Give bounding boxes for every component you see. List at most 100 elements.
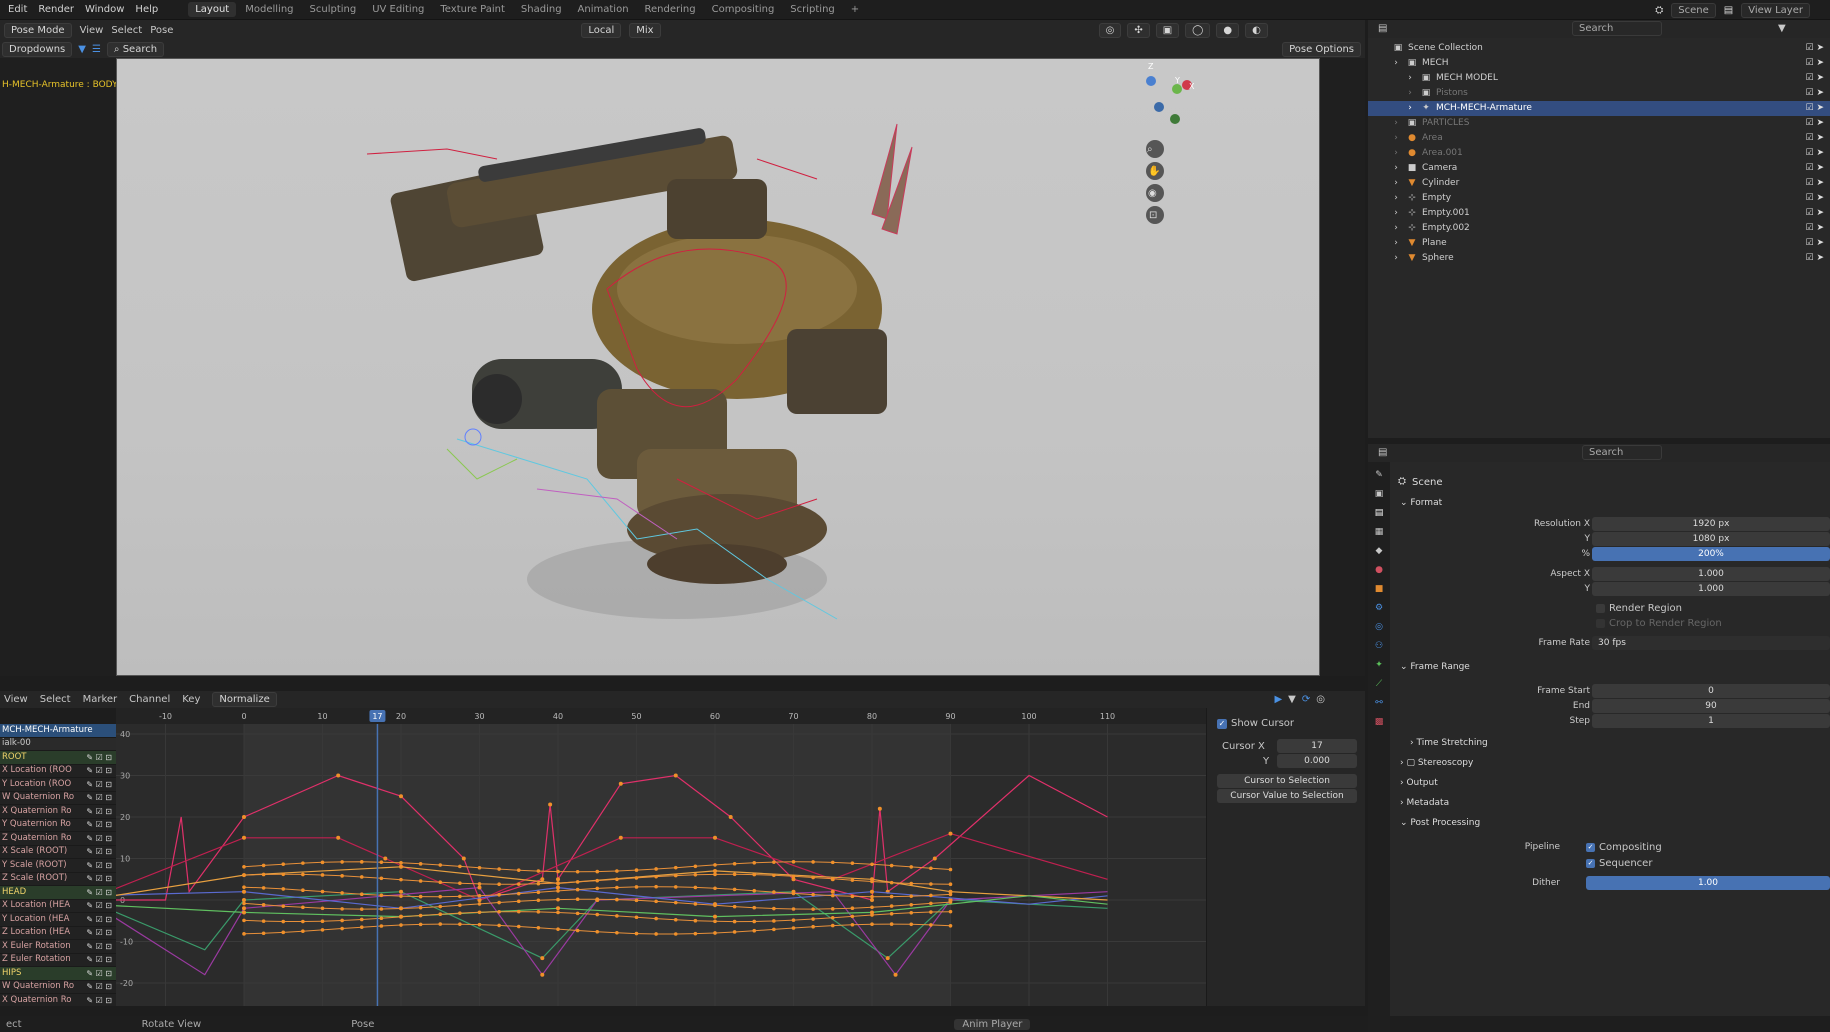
expand-chevron-icon[interactable]: › (1390, 131, 1402, 146)
outliner-row[interactable]: › ▣ Pistons ☑ ➤ (1368, 86, 1830, 101)
normalize-toggle[interactable]: Normalize (212, 692, 277, 707)
visibility-select-icons[interactable]: ☑ ➤ (1806, 146, 1824, 161)
wireframe-shading-icon[interactable]: ◯ (1185, 22, 1211, 38)
channel-row[interactable]: Z Euler Rotation ✎ ☑ ⊡ (0, 953, 116, 967)
outliner-row[interactable]: › ■ Camera ☑ ➤ (1368, 161, 1830, 176)
crop-checkbox[interactable] (1596, 619, 1605, 628)
lock-icon[interactable]: ⊡ (1149, 210, 1157, 221)
visibility-select-icons[interactable]: ☑ ➤ (1806, 86, 1824, 101)
menu-window[interactable]: Window (85, 4, 124, 15)
list-icon[interactable]: ☰ (92, 44, 101, 55)
visibility-select-icons[interactable]: ☑ ➤ (1806, 41, 1824, 56)
editor-type-icon[interactable]: ▤ (1378, 447, 1387, 458)
workspace-tab-compositing[interactable]: Compositing (705, 2, 782, 17)
workspace-tab-rendering[interactable]: Rendering (638, 2, 703, 17)
sequencer-row[interactable]: ✓ Sequencer (1586, 858, 1652, 869)
channel-row[interactable]: Z Location (HEA ✎ ☑ ⊡ (0, 926, 116, 940)
outliner-row[interactable]: › ▼ Sphere ☑ ➤ (1368, 251, 1830, 266)
channel-row[interactable]: Y Quaternion Ro ✎ ☑ ⊡ (0, 819, 116, 832)
aspect-y-field[interactable]: 1.000 (1592, 582, 1830, 596)
workspace-tab-shading[interactable]: Shading (514, 2, 569, 17)
expand-chevron-icon[interactable]: › (1390, 251, 1402, 266)
expand-chevron-icon[interactable]: › (1390, 56, 1402, 71)
menu-edit[interactable]: Edit (8, 4, 27, 15)
anim-player-indicator[interactable]: Anim Player (954, 1018, 1031, 1030)
frame-end-field[interactable]: 90 (1592, 699, 1830, 713)
tool-tab-icon[interactable]: ✎ (1375, 470, 1383, 480)
visibility-select-icons[interactable]: ☑ ➤ (1806, 116, 1824, 131)
outliner-row[interactable]: › ⊹ Empty.002 ☑ ➤ (1368, 221, 1830, 236)
workspace-tab-add[interactable]: + (844, 2, 866, 17)
cursor-to-selection-button[interactable]: Cursor to Selection (1217, 774, 1357, 788)
channel-toggle-icons[interactable]: ✎ ☑ ⊡ (86, 764, 116, 778)
channel-toggle-icons[interactable]: ✎ ☑ ⊡ (86, 953, 116, 967)
channel-toggle-icons[interactable]: ✎ ☑ ⊡ (86, 967, 116, 981)
object-tab-icon[interactable]: ■ (1375, 584, 1384, 594)
channel-row[interactable]: X Location (ROO ✎ ☑ ⊡ (0, 764, 116, 778)
channel-row[interactable]: Z Quaternion Ro ✎ ☑ ⊡ (0, 832, 116, 846)
output-tab-icon[interactable]: ▤ (1375, 508, 1384, 518)
expand-chevron-icon[interactable]: › (1390, 236, 1402, 251)
solid-shading-icon[interactable]: ● (1216, 22, 1240, 38)
viewport-menu-select[interactable]: Select (111, 25, 142, 36)
render-region-row[interactable]: Render Region (1596, 603, 1682, 614)
channel-row[interactable]: Z Scale (ROOT) ✎ ☑ ⊡ (0, 873, 116, 886)
expand-chevron-icon[interactable]: › (1390, 176, 1402, 191)
visibility-select-icons[interactable]: ☑ ➤ (1806, 176, 1824, 191)
channel-toggle-icons[interactable]: ✎ ☑ ⊡ (86, 994, 116, 1007)
frame-rate-dropdown[interactable]: 30 fps (1592, 636, 1830, 650)
channel-row[interactable]: Y Scale (ROOT) ✎ ☑ ⊡ (0, 859, 116, 873)
world-tab-icon[interactable]: ● (1375, 565, 1383, 575)
cursor-y-field[interactable]: 0.000 (1277, 754, 1357, 768)
frame-ruler[interactable]: -20-10010203040506070809010011017 (80, 708, 1206, 724)
pivot-dropdown[interactable]: Mix (629, 22, 661, 38)
workspace-tab-modelling[interactable]: Modelling (238, 2, 300, 17)
menu-render[interactable]: Render (38, 4, 74, 15)
channel-toggle-icons[interactable]: ✎ ☑ ⊡ (86, 926, 116, 940)
expand-chevron-icon[interactable]: › (1390, 221, 1402, 236)
cursor-x-field[interactable]: 17 (1277, 739, 1357, 753)
channel-toggle-icons[interactable]: ✎ ☑ ⊡ (86, 899, 116, 913)
channel-toggle-icons[interactable]: ✎ ☑ ⊡ (86, 940, 116, 954)
channel-group[interactable]: ROOT ✎ ☑ ⊡ (0, 751, 116, 765)
viewport-menu-pose[interactable]: Pose (150, 25, 173, 36)
outliner-search[interactable]: Search (1572, 21, 1662, 36)
only-selected-icon[interactable]: ▶ (1274, 694, 1282, 705)
snapping-icon[interactable]: ⟳ (1302, 694, 1310, 705)
channel-toggle-icons[interactable]: ✎ ☑ ⊡ (86, 886, 116, 900)
visibility-select-icons[interactable]: ☑ ➤ (1806, 56, 1824, 71)
workspace-tab-uv-editing[interactable]: UV Editing (365, 2, 431, 17)
channel-toggle-icons[interactable]: ✎ ☑ ⊡ (86, 751, 116, 765)
post-processing-header[interactable]: ⌄ Post Processing (1400, 818, 1480, 828)
output-header[interactable]: › Output (1400, 778, 1438, 788)
channel-row[interactable]: X Location (HEA ✎ ☑ ⊡ (0, 899, 116, 913)
aspect-x-field[interactable]: 1.000 (1592, 567, 1830, 581)
workspace-tab-sculpting[interactable]: Sculpting (303, 2, 364, 17)
channel-group[interactable]: HIPS ✎ ☑ ⊡ (0, 967, 116, 981)
graph-menu-channel[interactable]: Channel (129, 694, 170, 705)
overlay-icon[interactable]: ◎ (1098, 22, 1122, 38)
bone-constraint-tab-icon[interactable]: ⚯ (1375, 698, 1383, 708)
expand-chevron-icon[interactable]: › (1404, 71, 1416, 86)
outliner-row[interactable]: › ▼ Plane ☑ ➤ (1368, 236, 1830, 251)
outliner-row[interactable]: › ⊹ Empty ☑ ➤ (1368, 191, 1830, 206)
render-region-checkbox[interactable] (1596, 604, 1605, 613)
resolution-x-field[interactable]: 1920 px (1592, 517, 1830, 531)
channel-toggle-icons[interactable]: ✎ ☑ ⊡ (86, 845, 116, 859)
render-tab-icon[interactable]: ▣ (1375, 489, 1384, 499)
outliner-row[interactable]: › ▣ MECH ☑ ➤ (1368, 56, 1830, 71)
viewport-menu-view[interactable]: View (80, 25, 104, 36)
scene-tab-icon[interactable]: ◆ (1376, 546, 1383, 556)
filter-icon[interactable]: ▼ (78, 44, 86, 55)
visibility-select-icons[interactable]: ☑ ➤ (1806, 221, 1824, 236)
channel-row[interactable]: ialk-00 (0, 737, 116, 751)
channel-row[interactable]: MCH-MECH-Armature (0, 724, 116, 738)
channel-toggle-icons[interactable]: ✎ ☑ ⊡ (86, 832, 116, 846)
sequencer-checkbox[interactable]: ✓ (1586, 859, 1595, 868)
modifier-tab-icon[interactable]: ⚙ (1375, 603, 1383, 613)
frame-step-field[interactable]: 1 (1592, 714, 1830, 728)
expand-chevron-icon[interactable]: › (1390, 191, 1402, 206)
channel-toggle-icons[interactable]: ✎ ☑ ⊡ (86, 791, 116, 805)
orientation-dropdown[interactable]: Local (581, 22, 622, 38)
channel-row[interactable]: X Euler Rotation ✎ ☑ ⊡ (0, 940, 116, 954)
